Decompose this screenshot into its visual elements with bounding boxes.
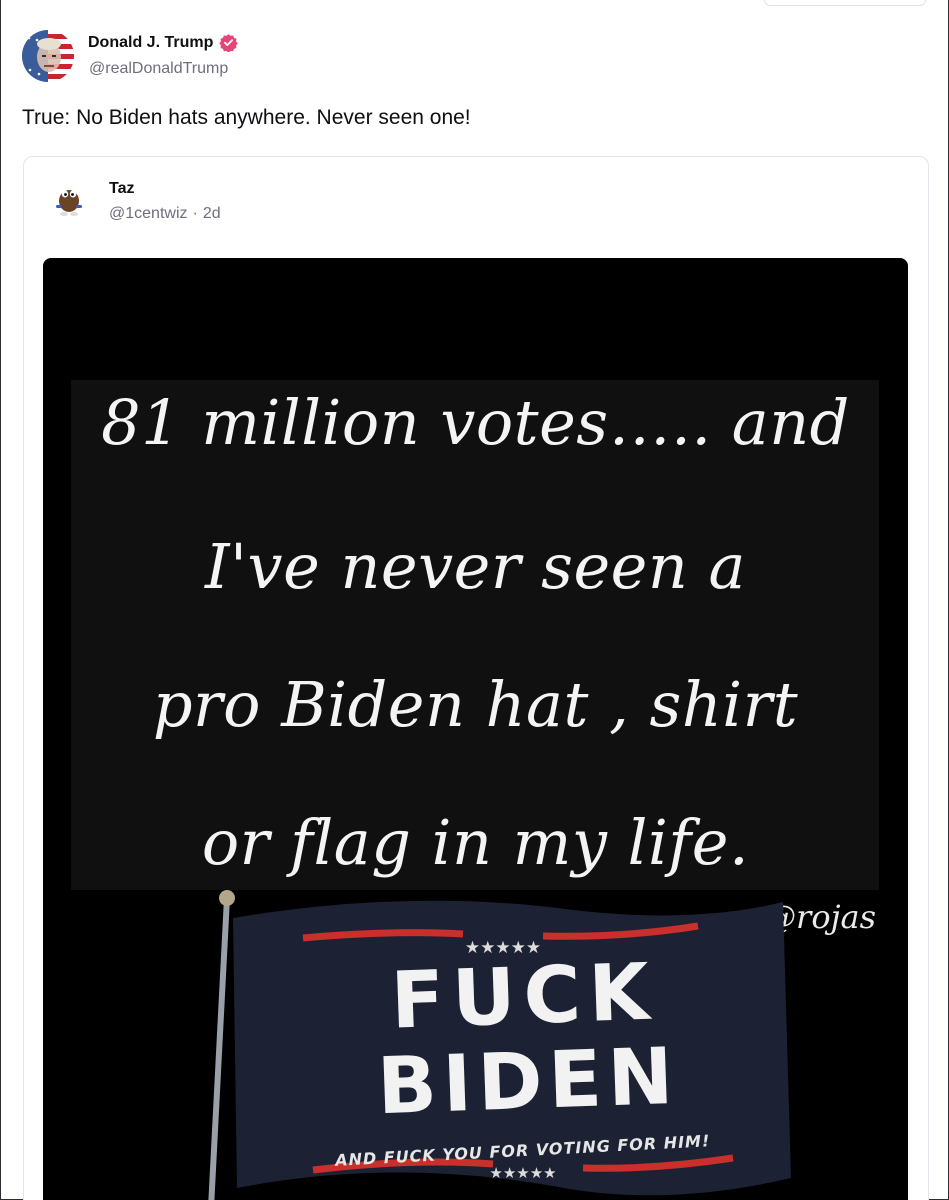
quoted-post-meta: @1centwiz · 2d bbox=[109, 205, 221, 223]
top-control[interactable] bbox=[764, 0, 926, 6]
post-age[interactable]: 2d bbox=[203, 205, 221, 223]
image-text-line-2: I've never seen a bbox=[205, 530, 746, 603]
author-avatar[interactable] bbox=[22, 30, 74, 82]
flag-graphic: ★★★★★ ★★★★★ FUCK BIDEN AND FUCK YOU FOR … bbox=[208, 890, 791, 1200]
quoted-author-handle[interactable]: @1centwiz bbox=[109, 205, 188, 223]
image-text-line-3: pro Biden hat , shirt bbox=[152, 668, 799, 741]
flag-word-2: BIDEN bbox=[376, 1032, 681, 1132]
flag-word-1: FUCK bbox=[389, 947, 658, 1046]
meta-separator: · bbox=[192, 205, 198, 222]
taz-avatar-image bbox=[49, 181, 89, 221]
image-text-line-1: 81 million votes….. and bbox=[101, 386, 850, 459]
flag-pole-finial bbox=[219, 890, 235, 906]
flag-stars-bottom: ★★★★★ bbox=[489, 1165, 556, 1182]
quoted-author-avatar[interactable] bbox=[49, 181, 89, 221]
author-name[interactable]: Donald J. Trump bbox=[88, 34, 213, 52]
author-handle[interactable]: @realDonaldTrump bbox=[89, 60, 228, 78]
flag-pole bbox=[208, 897, 230, 1200]
verified-badge-icon bbox=[219, 33, 239, 53]
quoted-author-name[interactable]: Taz bbox=[109, 180, 134, 198]
quoted-post-image[interactable]: 81 million votes….. and I've never seen … bbox=[43, 258, 908, 1200]
post-body-text: True: No Biden hats anywhere. Never seen… bbox=[22, 106, 471, 129]
author-name-row[interactable]: Donald J. Trump bbox=[88, 33, 239, 53]
avatar-image bbox=[22, 30, 74, 82]
